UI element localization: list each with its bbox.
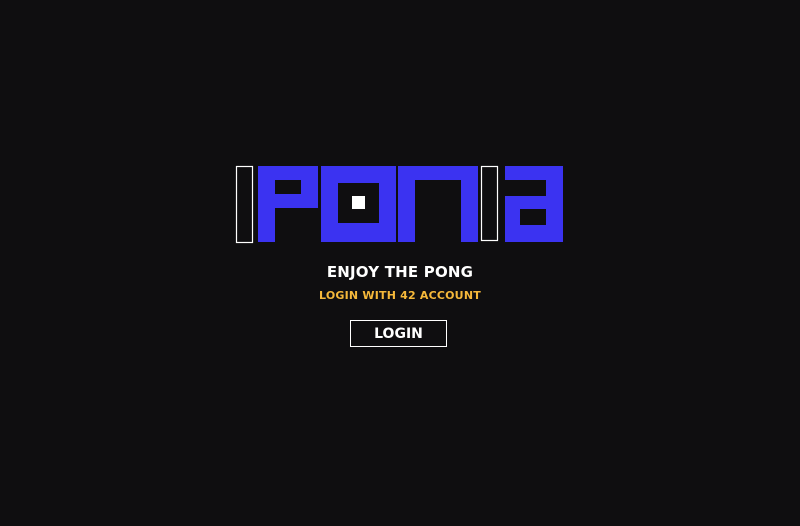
logo-letter-o — [321, 166, 396, 242]
logo-letter-p — [258, 166, 318, 242]
logo-letter-n — [398, 166, 478, 242]
ball-icon — [352, 196, 365, 209]
tagline: ENJOY THE PONG — [326, 263, 474, 281]
login-button[interactable]: LOGIN — [350, 320, 447, 347]
login-hint: LOGIN WITH 42 ACCOUNT — [319, 289, 481, 302]
logo-letter-g — [505, 166, 563, 242]
left-paddle — [235, 165, 254, 244]
right-paddle — [480, 165, 499, 242]
